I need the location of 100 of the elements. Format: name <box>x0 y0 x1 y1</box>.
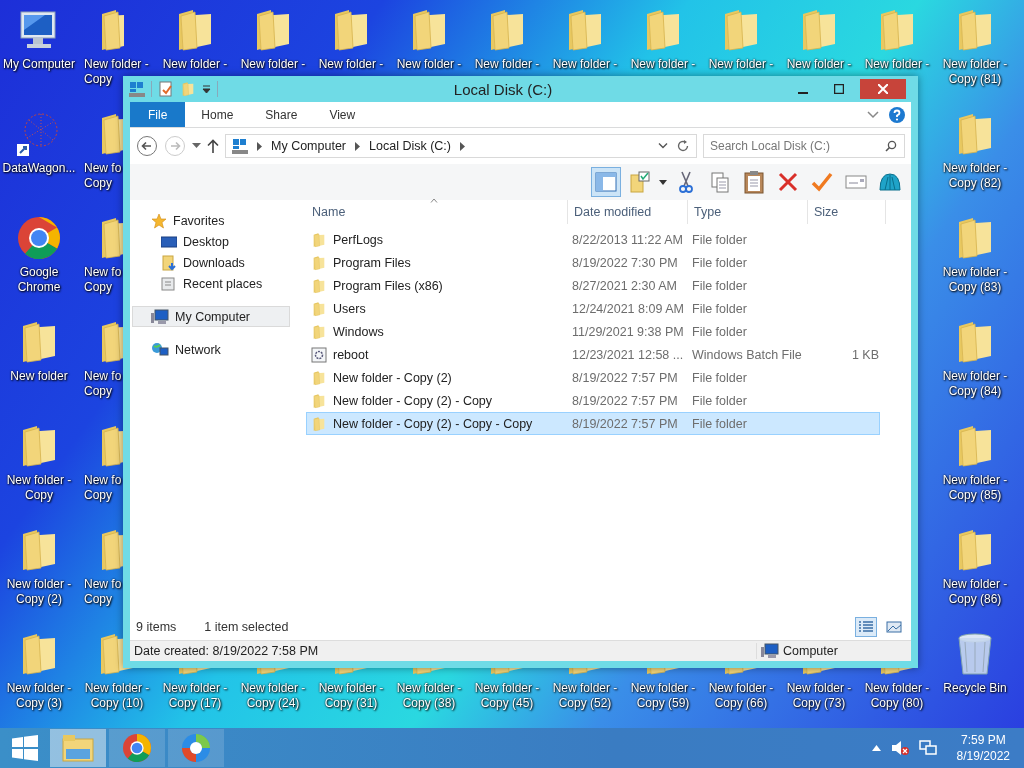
close-icon <box>878 84 888 94</box>
icon-label: New folder - Copy (85) <box>942 473 1008 503</box>
caret-icon[interactable] <box>659 179 667 185</box>
size-cell-text: 1 KB <box>850 347 879 362</box>
file-row[interactable]: PerfLogs 8/22/2013 11:22 AM File folder <box>306 228 880 251</box>
file-name: PerfLogs <box>333 232 384 247</box>
type-cell-text: File folder <box>691 393 748 408</box>
properties-button[interactable] <box>158 81 174 97</box>
back-button[interactable] <box>136 135 158 157</box>
date-cell-text: 8/27/2021 2:30 AM <box>571 278 678 293</box>
type-cell-text: File folder <box>691 301 748 316</box>
help-icon <box>889 106 905 123</box>
file-row[interactable]: Program Files (x86) 8/27/2021 2:30 AM File folder <box>306 274 880 297</box>
picture-icon <box>886 620 902 634</box>
icon-label: New folder - Copy (84) <box>942 369 1008 399</box>
icon-label: New fo Copy <box>84 161 122 191</box>
sort-caret-icon <box>430 198 438 203</box>
up-button[interactable] <box>207 139 219 153</box>
icon-label: New folder - Copy <box>6 473 72 503</box>
column-header[interactable]: Size <box>808 200 886 224</box>
icon-label: New folder - Copy (66) <box>708 681 774 711</box>
nav-item[interactable]: Recent places <box>132 273 290 294</box>
column-header[interactable]: Name <box>306 200 568 224</box>
icon-label: New folder - Copy (86) <box>942 577 1008 607</box>
file-name: New folder - Copy (2) - Copy - Copy <box>333 416 533 431</box>
date-cell-text: 8/22/2013 11:22 AM <box>571 232 684 247</box>
type-cell-text: File folder <box>691 370 748 385</box>
location-label: Computer <box>783 644 838 658</box>
icon-label: New folder - Copy (83) <box>942 265 1008 295</box>
file-name: Program Files <box>333 255 411 270</box>
icon-label: New folder - <box>630 57 696 72</box>
type-cell-text: File folder <box>691 278 748 293</box>
icon-label: New folder - Copy (3) <box>6 681 72 711</box>
breadcrumb[interactable]: My Computer <box>271 139 347 153</box>
refresh-icon[interactable] <box>676 139 690 153</box>
breadcrumb[interactable]: Local Disk (C:) <box>369 139 451 153</box>
icon-label: New folder - Copy (82) <box>942 161 1008 191</box>
chevron-icon <box>256 141 263 151</box>
chrome-icon <box>15 214 63 262</box>
icon-label: New folder - Copy (17) <box>162 681 228 711</box>
address-bar[interactable]: My Computer Local Disk (C:) <box>225 134 697 158</box>
volume-muted-icon[interactable] <box>890 740 909 756</box>
nav-item[interactable]: Downloads <box>132 252 290 273</box>
dropdown-icon[interactable] <box>658 143 668 149</box>
type-cell-text: File folder <box>691 324 748 339</box>
chevron-icon <box>867 110 879 119</box>
file-row[interactable]: Users 12/24/2021 8:09 AM File folder <box>306 297 880 320</box>
nav-item[interactable]: Favorites <box>132 210 290 231</box>
file-tab[interactable]: File <box>130 102 186 127</box>
pane-icon <box>594 170 618 194</box>
column-header[interactable]: Type <box>688 200 808 224</box>
type-cell-text: Windows Batch File <box>691 347 803 362</box>
minimize-icon <box>798 92 808 94</box>
file-name: reboot <box>333 347 369 362</box>
recent-locations-button[interactable] <box>192 143 201 149</box>
close-button[interactable] <box>860 79 906 99</box>
icon-label: New folder - <box>318 57 384 72</box>
customize-dropdown[interactable] <box>202 84 211 94</box>
icon-label: New folder - <box>474 57 540 72</box>
icon-label: New folder - <box>162 57 228 72</box>
icon-label: New folder - <box>786 57 852 72</box>
ribbon-tab[interactable]: Home <box>185 102 250 127</box>
icon-label: New folder <box>10 369 68 384</box>
computer-icon <box>761 643 779 659</box>
details-view-button[interactable] <box>855 617 877 637</box>
icon-label: New fo Copy <box>84 369 122 399</box>
preview-pane-button[interactable] <box>591 167 621 197</box>
icon-label: My Computer <box>3 57 75 72</box>
taskbar-app[interactable] <box>109 729 165 767</box>
icon-label: New folder - Copy (10) <box>84 681 150 711</box>
icon-label: New folder - Copy (2) <box>6 577 72 607</box>
file-row[interactable]: Windows 11/29/2021 9:38 PM File folder <box>306 320 880 343</box>
icon-label: New folder - Copy (80) <box>864 681 930 711</box>
nav-item[interactable]: Network <box>132 339 290 360</box>
type-cell-text: File folder <box>691 232 748 247</box>
icon-label: New fo Copy <box>84 473 122 503</box>
recent-places-icon <box>161 275 177 292</box>
date-cell-text: 12/24/2021 8:09 AM <box>571 301 685 316</box>
ribbon-tab[interactable]: Share <box>249 102 314 127</box>
search-field[interactable]: Search Local Disk (C:) <box>703 134 905 158</box>
nav-item[interactable]: My Computer <box>132 306 290 327</box>
file-row[interactable]: New folder - Copy (2) 8/19/2022 7:57 PM File folder <box>306 366 880 389</box>
file-name: Users <box>333 301 366 316</box>
shell-icon <box>878 170 902 194</box>
file-row[interactable]: New folder - Copy (2) - Copy - Copy 8/19/2022 7:57 PM File folder <box>306 412 880 435</box>
ribbon-tab[interactable]: View <box>313 102 372 127</box>
date-cell-text: 8/19/2022 7:30 PM <box>571 255 679 270</box>
file-row[interactable]: New folder - Copy (2) - Copy 8/19/2022 7:57 PM File folder <box>306 389 880 412</box>
icon-label: DataWagon... <box>2 161 76 176</box>
file-row[interactable]: Program Files 8/19/2022 7:30 PM File folder <box>306 251 880 274</box>
downloads-icon <box>161 254 177 271</box>
column-header[interactable]: Date modified <box>568 200 688 224</box>
chrome-icon <box>121 732 153 764</box>
network-icon[interactable] <box>918 740 937 756</box>
date-cell-text: 8/19/2022 7:57 PM <box>571 416 679 431</box>
nav-item[interactable]: Desktop <box>132 231 290 252</box>
drive-icon <box>232 138 248 154</box>
clock[interactable]: 7:59 PM 8/19/2022 <box>956 732 1010 764</box>
file-row[interactable]: reboot 12/23/2021 12:58 ... Windows Batch File 1 KB <box>306 343 880 366</box>
taskbar-app[interactable] <box>168 729 224 767</box>
